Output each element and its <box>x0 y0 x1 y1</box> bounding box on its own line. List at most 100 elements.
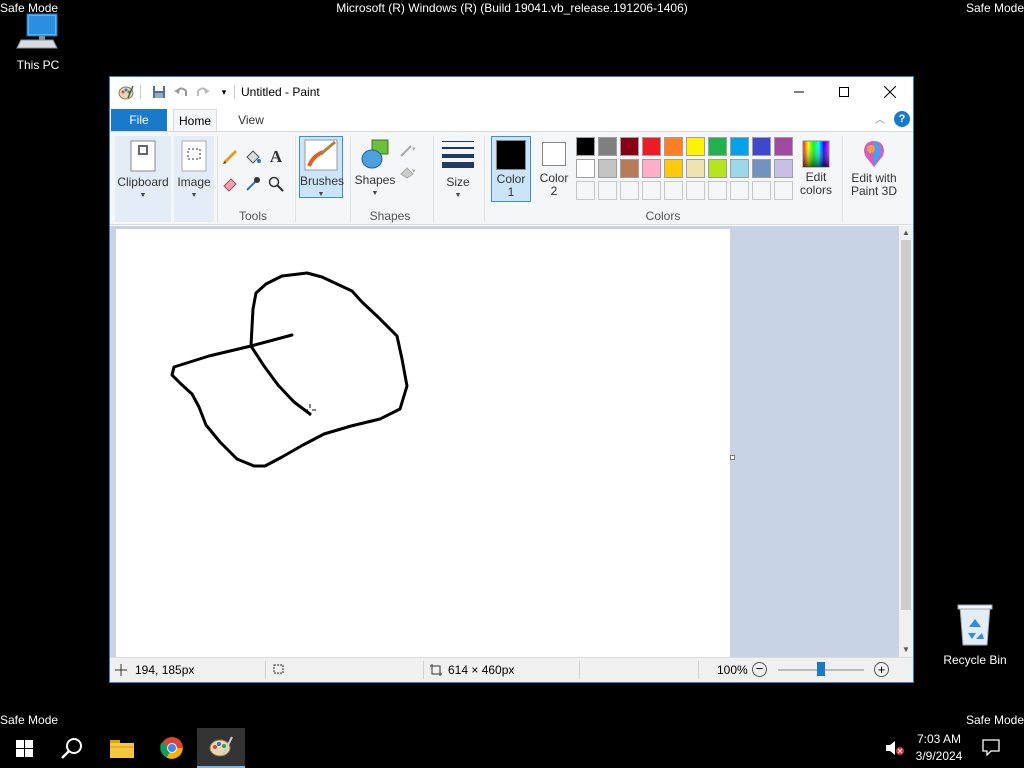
selection-size <box>272 663 285 675</box>
computer-icon <box>16 13 58 49</box>
cursor-position: 194, 185px <box>115 663 194 677</box>
zoom-slider[interactable] <box>778 662 864 676</box>
chevron-down-icon: ▼ <box>371 190 379 197</box>
custom-color-slot[interactable] <box>708 181 727 200</box>
paint-taskbar-button[interactable] <box>197 728 245 768</box>
palette-swatch[interactable] <box>774 137 793 156</box>
custom-color-slot[interactable] <box>576 181 595 200</box>
redo-icon[interactable] <box>195 84 211 100</box>
shapes-group-label: Shapes <box>369 209 411 223</box>
volume-muted-icon[interactable] <box>886 740 904 759</box>
scroll-down-icon[interactable]: ▼ <box>902 645 910 654</box>
ribbon: Clipboard ▼ Image ▼ A Tools Brushes ▼ Sh… <box>110 131 913 225</box>
palette-swatch[interactable] <box>774 159 793 178</box>
close-button[interactable] <box>867 77 913 107</box>
palette-swatch[interactable] <box>730 159 749 178</box>
desktop-icon-recycle-bin[interactable]: Recycle Bin <box>937 603 1013 667</box>
magnifier-icon[interactable] <box>266 174 286 194</box>
palette-swatch[interactable] <box>664 137 683 156</box>
undo-icon[interactable] <box>173 84 189 100</box>
custom-color-slot[interactable] <box>774 181 793 200</box>
clock-time: 7:03 AM <box>916 732 962 746</box>
start-button[interactable] <box>0 728 48 768</box>
tab-file[interactable]: File <box>111 109 167 131</box>
palette-swatch[interactable] <box>708 137 727 156</box>
help-icon[interactable]: ? <box>894 111 910 127</box>
notifications-icon[interactable] <box>982 738 1000 759</box>
search-button[interactable] <box>48 728 96 768</box>
pencil-icon[interactable] <box>220 147 240 167</box>
palette-swatch[interactable] <box>576 159 595 178</box>
fill-icon[interactable] <box>243 147 263 167</box>
zoom-out-button[interactable]: − <box>752 662 767 677</box>
color-picker-icon[interactable] <box>243 174 263 194</box>
maximize-button[interactable] <box>821 77 867 107</box>
color2-button[interactable]: Color 2 <box>534 136 574 202</box>
shapes-button[interactable]: Shapes ▼ <box>353 136 397 198</box>
canvas-resize-handle-right[interactable] <box>730 455 735 460</box>
svg-text:▾: ▾ <box>412 146 416 153</box>
desktop-icon-label: This PC <box>16 58 60 72</box>
separator <box>842 136 843 222</box>
palette-swatch[interactable] <box>598 159 617 178</box>
size-button[interactable]: Size ▼ <box>438 136 478 199</box>
zoom-in-button[interactable]: + <box>874 662 889 677</box>
vertical-scrollbar[interactable]: ▲ ▼ <box>899 226 913 657</box>
svg-text:▾: ▾ <box>412 168 416 175</box>
tab-home[interactable]: Home <box>173 109 217 131</box>
palette-swatch[interactable] <box>664 159 683 178</box>
custom-color-slot[interactable] <box>686 181 705 200</box>
paint-app-icon[interactable] <box>118 84 134 100</box>
drawing-canvas[interactable] <box>116 229 730 657</box>
cursor-position-text: 194, 185px <box>135 663 195 677</box>
collapse-ribbon-icon[interactable]: ︿ <box>875 111 885 126</box>
palette-swatch[interactable] <box>598 137 617 156</box>
scrollbar-thumb[interactable] <box>901 240 911 610</box>
system-clock[interactable]: 7:03 AM 3/9/2024 <box>912 731 966 765</box>
separator <box>484 136 485 222</box>
clipboard-button[interactable]: Clipboard ▼ <box>115 136 171 222</box>
palette-swatch[interactable] <box>686 159 705 178</box>
custom-color-slot[interactable] <box>730 181 749 200</box>
edit-colors-label-line2: colors <box>799 183 832 197</box>
palette-swatch[interactable] <box>620 137 639 156</box>
edit-colors-button[interactable]: Edit colors <box>796 136 836 202</box>
palette-swatch[interactable] <box>642 159 661 178</box>
paint-window: ▾ Untitled - Paint File Home View ︿ ? Cl… <box>109 76 914 683</box>
file-explorer-button[interactable] <box>98 728 146 768</box>
fill-shape-icon[interactable]: ▾ <box>398 162 418 182</box>
palette-swatch[interactable] <box>708 159 727 178</box>
custom-color-slot[interactable] <box>642 181 661 200</box>
custom-color-slot[interactable] <box>598 181 617 200</box>
text-icon[interactable]: A <box>266 147 286 167</box>
custom-color-slot[interactable] <box>752 181 771 200</box>
desktop-icon-label: Recycle Bin <box>943 653 1007 667</box>
paint3d-icon <box>864 141 884 167</box>
palette-swatch[interactable] <box>576 137 595 156</box>
eraser-icon[interactable] <box>220 174 240 194</box>
save-icon[interactable] <box>151 84 167 100</box>
outline-icon[interactable]: ▾ <box>398 140 418 160</box>
zoom-slider-thumb[interactable] <box>817 662 825 676</box>
palette-swatch[interactable] <box>686 137 705 156</box>
palette-swatch[interactable] <box>752 137 771 156</box>
customize-quick-access-icon[interactable]: ▾ <box>216 84 232 100</box>
palette-swatch[interactable] <box>642 137 661 156</box>
palette-swatch[interactable] <box>752 159 771 178</box>
separator <box>698 661 699 679</box>
color2-label-line2: 2 <box>550 184 558 198</box>
palette-swatch[interactable] <box>620 159 639 178</box>
palette-swatch[interactable] <box>730 137 749 156</box>
custom-color-slot[interactable] <box>664 181 683 200</box>
desktop-icon-this-pc[interactable]: This PC <box>0 12 76 72</box>
custom-color-slot[interactable] <box>620 181 639 200</box>
color-spectrum-icon <box>802 140 830 168</box>
minimize-button[interactable] <box>776 77 822 107</box>
color1-button[interactable]: Color 1 <box>491 136 531 202</box>
tab-view[interactable]: View <box>229 109 273 131</box>
chrome-button[interactable] <box>148 728 196 768</box>
image-button[interactable]: Image ▼ <box>174 136 214 222</box>
brushes-button[interactable]: Brushes ▼ <box>299 136 344 198</box>
scroll-up-icon[interactable]: ▲ <box>902 228 910 237</box>
edit-with-paint3d-button[interactable]: Edit with Paint 3D <box>846 136 902 202</box>
